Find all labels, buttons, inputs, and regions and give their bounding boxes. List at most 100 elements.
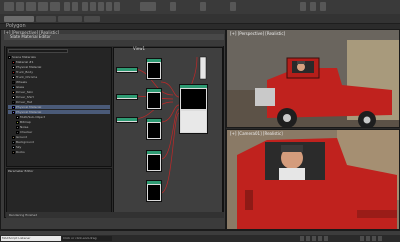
tree-item[interactable]: Scene Materials (8, 55, 110, 59)
menu-item-edit[interactable] (16, 2, 24, 11)
material-swatch-icon (12, 60, 15, 64)
map-node[interactable] (146, 118, 162, 140)
menu-item-file[interactable] (4, 2, 14, 11)
material-swatch-icon (12, 135, 15, 139)
tree-item[interactable]: Background (8, 140, 110, 144)
tree-item[interactable]: Truck_Body (8, 70, 110, 74)
scale-icon[interactable] (114, 2, 120, 11)
mirror-icon[interactable] (200, 2, 206, 11)
parameter-editor-title: Parameter Editor (8, 169, 34, 173)
tab-standard-modeling[interactable] (4, 16, 34, 22)
material-swatch-icon (12, 100, 15, 104)
render-icon[interactable] (320, 2, 326, 11)
align-icon[interactable] (230, 2, 236, 11)
menu-item-views[interactable] (50, 2, 60, 11)
tree-item[interactable]: Physical Material (8, 105, 110, 109)
tree-item[interactable]: Material #1 (8, 60, 110, 64)
slate-status-bar (6, 212, 224, 218)
rotate-icon[interactable] (106, 2, 112, 11)
tree-item[interactable]: Checker (8, 130, 110, 134)
menu-item-tools[interactable] (26, 2, 36, 11)
menu-item-group[interactable] (38, 2, 48, 11)
slate-menu-bar[interactable] (4, 40, 224, 46)
material-node[interactable] (116, 117, 138, 123)
reference-dropdown[interactable] (140, 2, 156, 11)
map-node[interactable] (146, 88, 162, 110)
pan-icon[interactable] (366, 236, 370, 241)
tree-item-label: Rocks (16, 150, 25, 154)
viewport-label[interactable]: [+] [Perspective] [Realistic] (230, 31, 285, 36)
viewport-perspective[interactable]: [+] [Perspective] [Realistic] (226, 29, 400, 128)
redo-icon[interactable] (72, 2, 78, 11)
material-swatch-icon (12, 110, 15, 114)
move-icon[interactable] (98, 2, 104, 11)
previous-frame-icon[interactable] (306, 236, 310, 241)
tree-item-label: Bitmap (20, 120, 31, 124)
material-swatch-icon (12, 95, 15, 99)
material-swatch-icon (12, 75, 15, 79)
tree-item[interactable]: Driver_Hat (8, 100, 110, 104)
browser-tree: Scene Materials Material #1 Physical Mater… (8, 55, 110, 165)
tree-item[interactable]: Driver_Skin (8, 90, 110, 94)
tree-item[interactable]: Truck_Chrome (8, 75, 110, 79)
next-frame-icon[interactable] (318, 236, 322, 241)
physical-material-node[interactable] (179, 84, 208, 134)
select-icon[interactable] (90, 2, 96, 11)
map-node[interactable] (146, 58, 162, 80)
tree-item[interactable]: Noise (8, 125, 110, 129)
tree-item[interactable]: Wheels (8, 80, 110, 84)
link-icon[interactable] (82, 2, 88, 11)
material-swatch-icon (16, 120, 19, 124)
map-node[interactable] (146, 180, 162, 202)
go-to-end-icon[interactable] (324, 236, 328, 241)
go-to-start-icon[interactable] (300, 236, 304, 241)
orbit-icon[interactable] (372, 236, 376, 241)
tab-selection[interactable] (36, 16, 56, 22)
truck-render-camera (227, 130, 399, 229)
viewport-label[interactable]: [+] [Camera01] [Realistic] (230, 131, 283, 136)
tree-item[interactable]: Driver_Shirt (8, 95, 110, 99)
tree-item-label: Checker (20, 130, 33, 134)
material-swatch-icon (12, 90, 15, 94)
tree-item[interactable]: Glass (8, 85, 110, 89)
material-node[interactable] (116, 94, 138, 100)
material-swatch-icon (12, 145, 15, 149)
play-icon[interactable] (312, 236, 316, 241)
material-swatch-icon (12, 65, 15, 69)
tree-item-label: Physical Material (16, 105, 42, 109)
tree-item-label: Ground (16, 135, 28, 139)
zoom-icon[interactable] (360, 236, 364, 241)
parameter-editor[interactable] (6, 168, 112, 213)
script-listener-input[interactable]: MAXScript Listener (1, 236, 61, 241)
tree-item[interactable]: Physical Material (8, 65, 110, 69)
snap-icon[interactable] (170, 2, 176, 11)
tree-item-label: Truck_Body (16, 70, 33, 74)
undo-icon[interactable] (64, 2, 70, 11)
tree-item-label: Glass (16, 85, 25, 89)
material-swatch-icon (16, 125, 19, 129)
tab-populate[interactable] (84, 16, 100, 22)
tree-item[interactable]: Bitmap (8, 120, 110, 124)
maximize-viewport-icon[interactable] (378, 236, 382, 241)
tab-object-paint[interactable] (58, 16, 82, 22)
tree-item-label: Multi/Sub-Object (20, 115, 45, 119)
map-node[interactable] (146, 150, 162, 172)
material-editor-icon[interactable] (300, 2, 306, 11)
tree-item[interactable]: Ground (8, 135, 110, 139)
slate-status-text: Rendering finished (9, 213, 38, 217)
material-swatch-icon (16, 115, 19, 119)
tree-item[interactable]: Physical Material (8, 110, 110, 114)
tree-item[interactable]: Rocks (8, 150, 110, 154)
truck-render-perspective (227, 30, 399, 127)
material-swatch-icon (8, 55, 11, 59)
tree-item-label: Sky (16, 145, 22, 149)
tree-item[interactable]: Multi/Sub-Object (8, 115, 110, 119)
tree-item-label: Background (16, 140, 34, 144)
material-node[interactable] (116, 67, 138, 73)
browser-search-input[interactable] (8, 49, 68, 53)
viewport-camera[interactable]: [+] [Camera01] [Realistic] (226, 129, 400, 230)
tree-item-label: Physical Material (16, 110, 42, 114)
tree-item-label: Driver_Skin (16, 90, 34, 94)
tree-item[interactable]: Sky (8, 145, 110, 149)
render-setup-icon[interactable] (310, 2, 316, 11)
